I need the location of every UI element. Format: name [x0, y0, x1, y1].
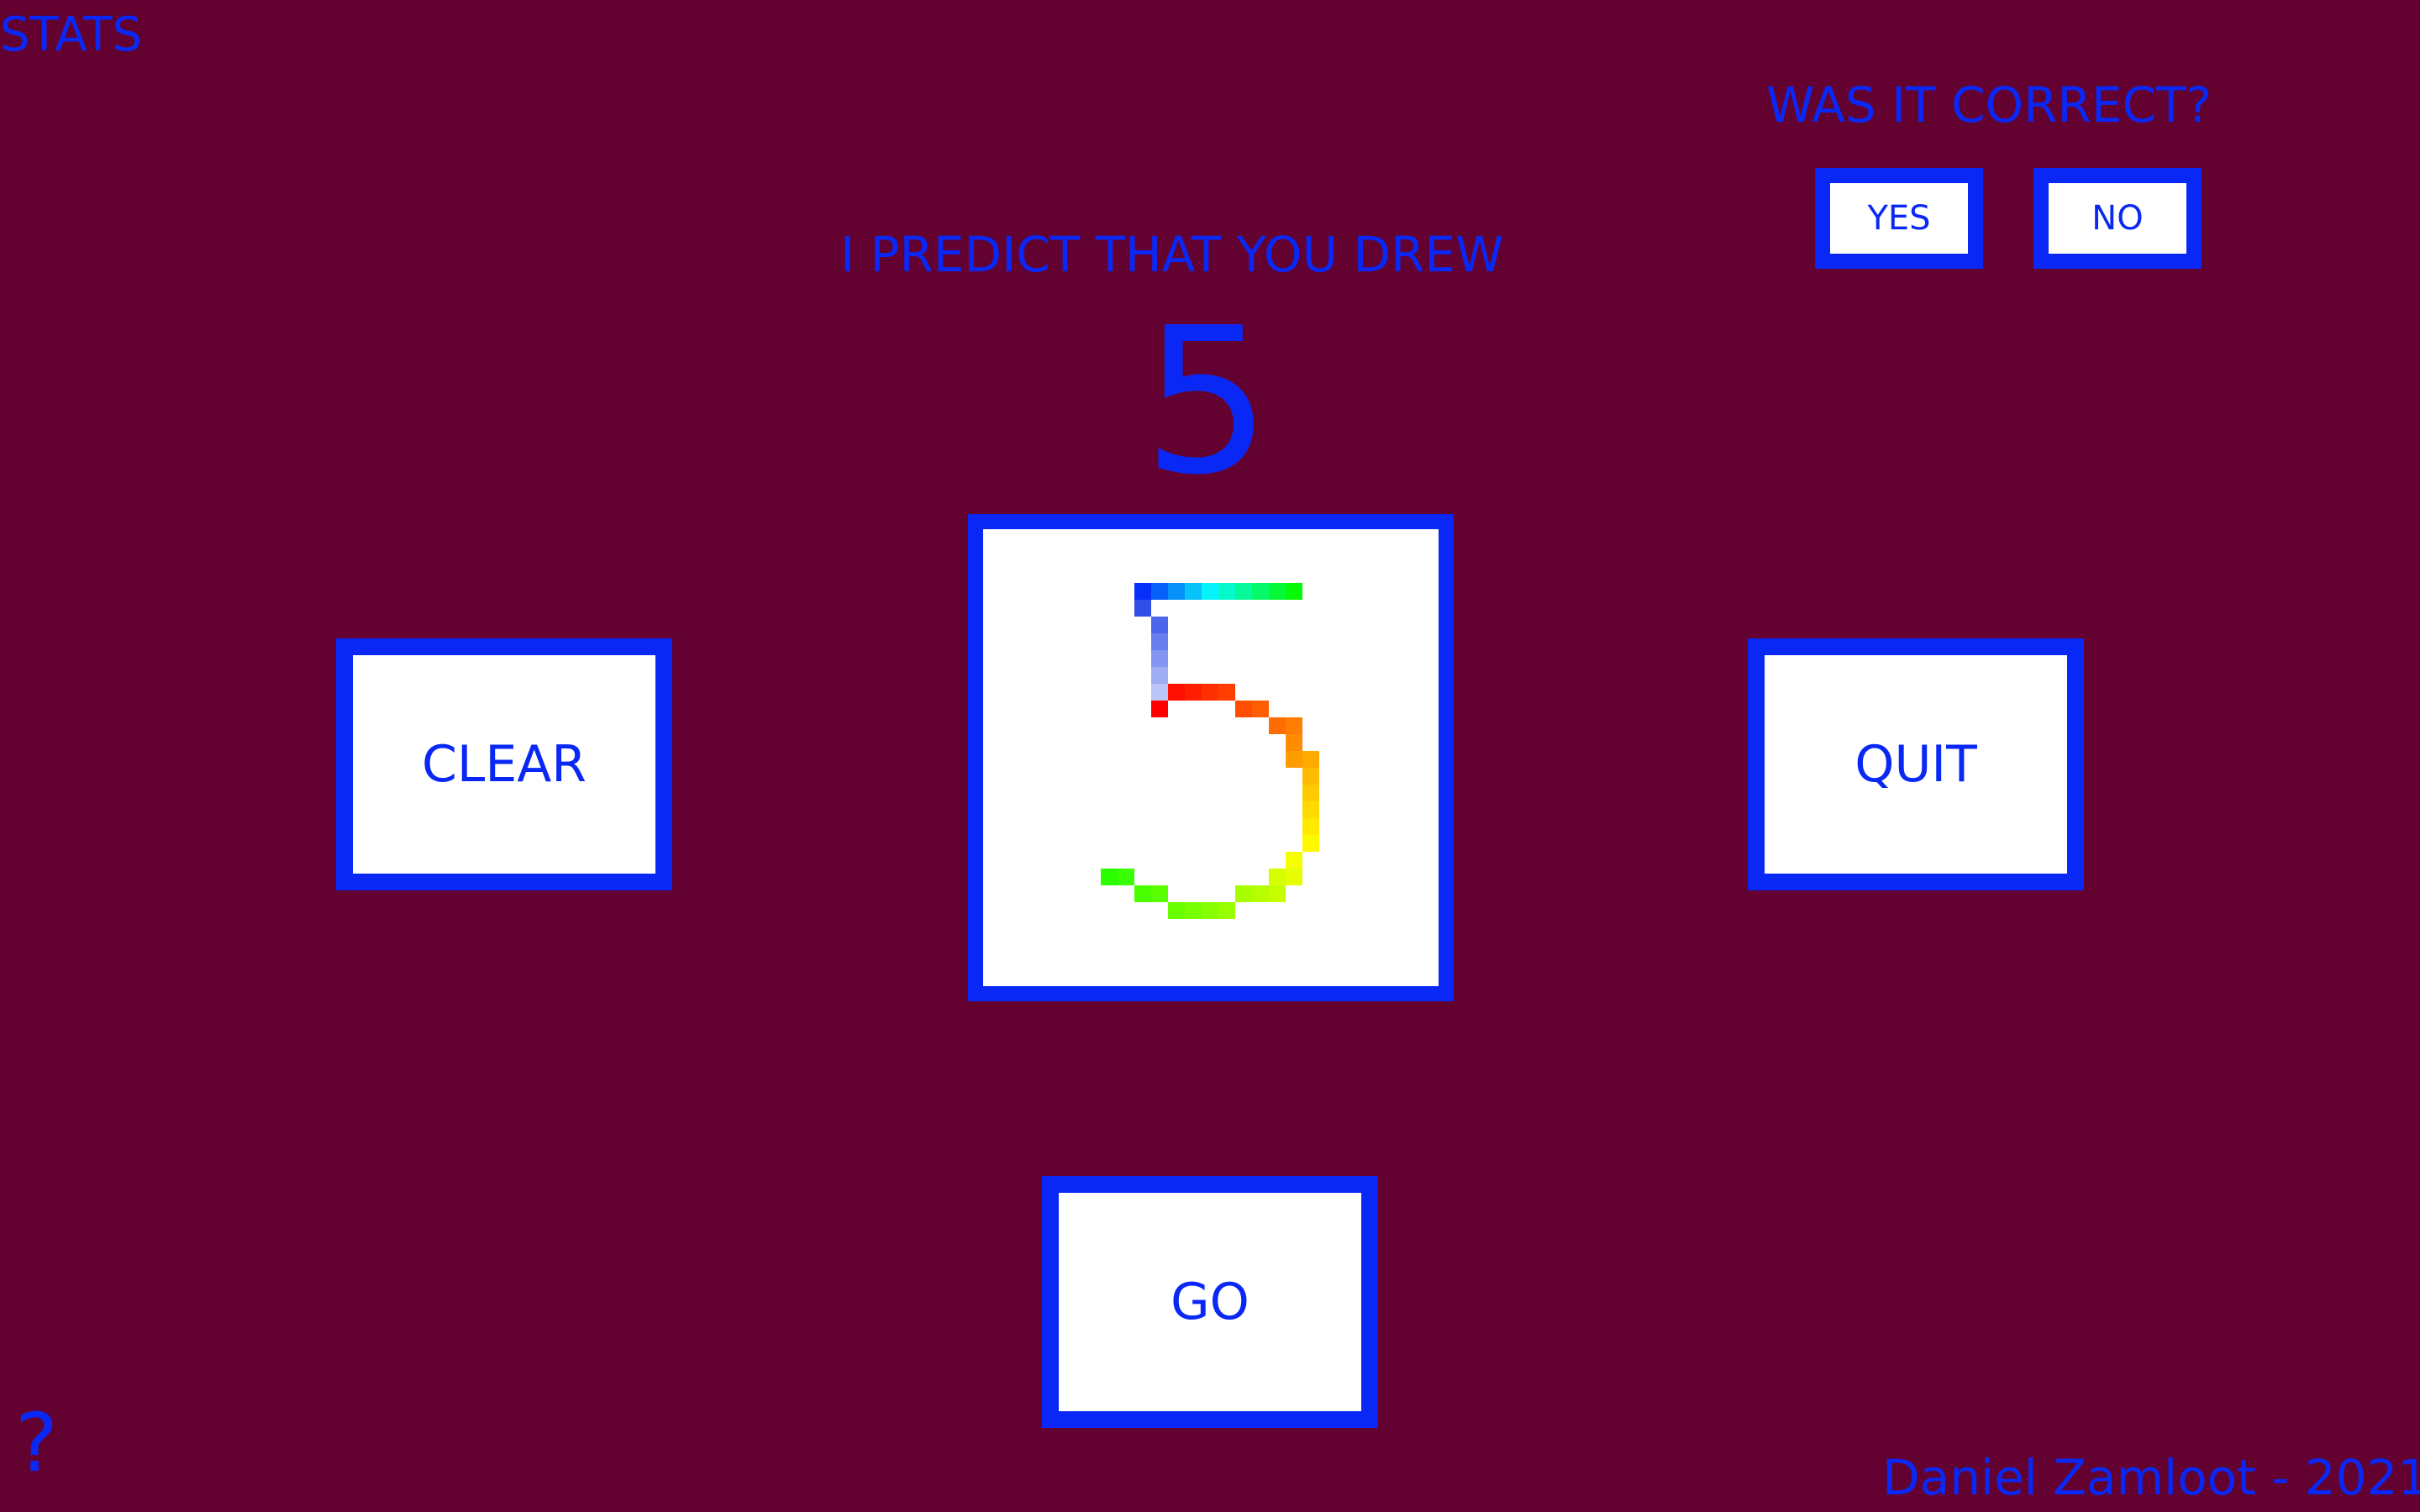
credit-text: Daniel Zamloot - 2021: [1882, 1449, 2420, 1506]
stroke-pixel: [1185, 583, 1202, 600]
stroke-pixel: [1151, 583, 1168, 600]
stroke-pixel: [1134, 885, 1151, 902]
stroke-pixel: [1302, 785, 1319, 801]
stroke-pixel: [1151, 684, 1168, 701]
stroke-pixel: [1269, 885, 1286, 902]
stroke-pixel: [1286, 852, 1302, 869]
stroke-pixel: [1151, 667, 1168, 684]
stroke-pixel: [1269, 717, 1286, 734]
stroke-pixel: [1302, 768, 1319, 785]
stroke-pixel: [1302, 801, 1319, 818]
stroke-pixel: [1286, 751, 1302, 768]
stroke-pixel: [1168, 583, 1185, 600]
stroke-pixel: [1202, 902, 1218, 919]
stroke-pixel: [1168, 902, 1185, 919]
stroke-pixel: [1269, 869, 1286, 885]
stroke-pixel: [1202, 583, 1218, 600]
stroke-pixel: [1134, 583, 1151, 600]
stroke-pixel: [1286, 734, 1302, 751]
stroke-pixel: [1151, 617, 1168, 633]
go-button-label: GO: [1171, 1273, 1249, 1331]
stroke-pixel: [1185, 902, 1202, 919]
stroke-pixel: [1302, 818, 1319, 835]
stats-link[interactable]: STATS: [0, 12, 142, 59]
stroke-pixel: [1235, 885, 1252, 902]
drawing-canvas[interactable]: [968, 514, 1454, 1001]
stroke-pixel: [1168, 684, 1185, 701]
stroke-pixel: [1151, 633, 1168, 650]
stroke-pixel: [1252, 701, 1269, 717]
clear-button[interactable]: CLEAR: [336, 638, 672, 890]
yes-button-label: YES: [1867, 199, 1931, 238]
stroke-pixel: [1302, 751, 1319, 768]
stroke-pixel: [1302, 835, 1319, 852]
stroke-pixel: [1286, 583, 1302, 600]
quit-button-label: QUIT: [1854, 735, 1977, 794]
stroke-pixel: [1101, 869, 1118, 885]
correctness-question: WAS IT CORRECT?: [1766, 76, 2212, 134]
stroke-pixel: [1252, 885, 1269, 902]
go-button[interactable]: GO: [1042, 1176, 1378, 1428]
stroke-pixel: [1118, 869, 1134, 885]
stroke-pixel: [1286, 717, 1302, 734]
stroke-pixel: [1218, 684, 1235, 701]
stroke-pixel: [1151, 650, 1168, 667]
stroke-pixel: [1235, 701, 1252, 717]
stroke-pixel: [1151, 885, 1168, 902]
quit-button[interactable]: QUIT: [1748, 638, 2084, 890]
stroke-pixel: [1185, 684, 1202, 701]
stroke-pixel: [1286, 869, 1302, 885]
predicted-digit: 5: [1143, 284, 1271, 519]
prediction-label: I PREDICT THAT YOU DREW: [840, 226, 1504, 283]
no-button-label: NO: [2091, 199, 2144, 238]
stroke-pixel: [1252, 583, 1269, 600]
stroke-pixel: [1218, 583, 1235, 600]
stroke-pixel: [1151, 701, 1168, 717]
yes-button[interactable]: YES: [1815, 168, 1983, 269]
no-button[interactable]: NO: [2033, 168, 2202, 269]
clear-button-label: CLEAR: [422, 735, 587, 794]
stroke-pixel: [1134, 600, 1151, 617]
drawn-digit-stroke: [1101, 583, 1319, 919]
stroke-pixel: [1202, 684, 1218, 701]
stroke-pixel: [1269, 583, 1286, 600]
stroke-pixel: [1235, 583, 1252, 600]
stroke-pixel: [1218, 902, 1235, 919]
help-icon[interactable]: ?: [15, 1403, 58, 1483]
